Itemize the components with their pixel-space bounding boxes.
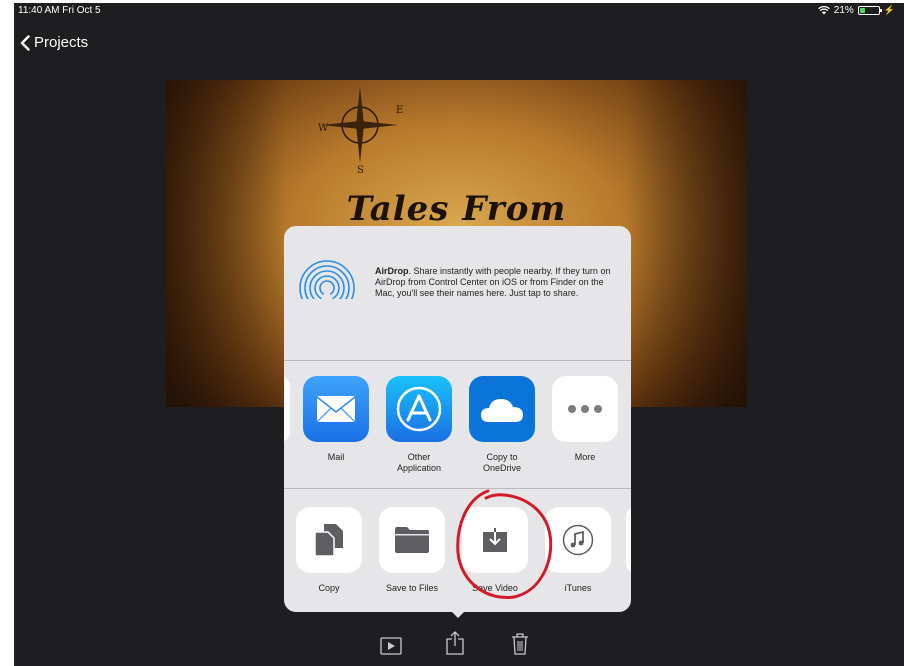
app-label: More — [574, 452, 596, 462]
trash-icon — [512, 633, 528, 655]
divider-top — [284, 360, 631, 361]
battery-percent: 21% — [833, 5, 854, 16]
back-label: Projects — [34, 34, 89, 51]
back-button[interactable]: Projects — [20, 34, 88, 51]
app-label: Other Application — [396, 452, 442, 473]
status-bar: 11:40 AM Fri Oct 5 21% ⚡ — [14, 3, 904, 19]
battery-icon — [857, 6, 882, 15]
app-label: Mail — [327, 452, 345, 462]
airdrop-section[interactable]: AirDrop. Share instantly with people nea… — [284, 226, 631, 360]
app-more[interactable]: More — [550, 376, 620, 463]
status-right: 21% ⚡ — [817, 5, 895, 16]
partial-left-tile — [284, 376, 290, 442]
app-row: Mail Other Application Copy to OneDrive … — [284, 376, 631, 486]
map-shade-left — [166, 80, 286, 407]
share-button[interactable] — [446, 631, 464, 660]
charging-icon: ⚡ — [883, 5, 895, 15]
app-mail[interactable]: Mail — [301, 376, 371, 463]
bottom-toolbar — [380, 631, 530, 661]
action-label: Copy — [318, 583, 340, 593]
map-shade-right — [627, 80, 747, 407]
app-other-application[interactable]: Other Application — [384, 376, 454, 474]
share-sheet-pointer — [448, 608, 468, 618]
delete-button[interactable] — [511, 633, 529, 660]
compass-rose-icon: W E S — [318, 87, 403, 175]
onedrive-icon — [469, 376, 535, 442]
chevron-left-icon — [20, 34, 30, 51]
folder-icon — [379, 507, 445, 573]
svg-text:S: S — [357, 165, 364, 175]
app-store-icon — [386, 376, 452, 442]
airdrop-description: AirDrop. Share instantly with people nea… — [375, 266, 621, 299]
share-icon — [446, 631, 464, 655]
wifi-icon — [817, 6, 830, 15]
airdrop-text: . Share instantly with people nearby. If… — [375, 266, 611, 298]
app-label: Copy to OneDrive — [482, 452, 521, 473]
svg-text:W: W — [318, 123, 329, 134]
partial-right-tile — [626, 507, 631, 573]
video-title: Tales From — [346, 189, 567, 229]
red-annotation-circle — [456, 489, 553, 600]
play-button[interactable] — [380, 637, 402, 660]
mail-icon — [303, 376, 369, 442]
svg-text:E: E — [396, 105, 403, 116]
airdrop-icon — [298, 260, 356, 317]
copy-icon — [296, 507, 362, 573]
action-save-to-files[interactable]: Save to Files — [377, 507, 447, 594]
ipad-screen: 11:40 AM Fri Oct 5 21% ⚡ Projects W E S — [14, 3, 904, 666]
action-copy[interactable]: Copy — [294, 507, 364, 594]
status-time: 11:40 AM Fri Oct 5 — [18, 5, 101, 16]
action-label: Save to Files — [385, 583, 439, 593]
airdrop-title: AirDrop — [375, 266, 409, 276]
play-icon — [380, 637, 402, 655]
app-onedrive[interactable]: Copy to OneDrive — [467, 376, 537, 474]
more-icon — [552, 376, 618, 442]
